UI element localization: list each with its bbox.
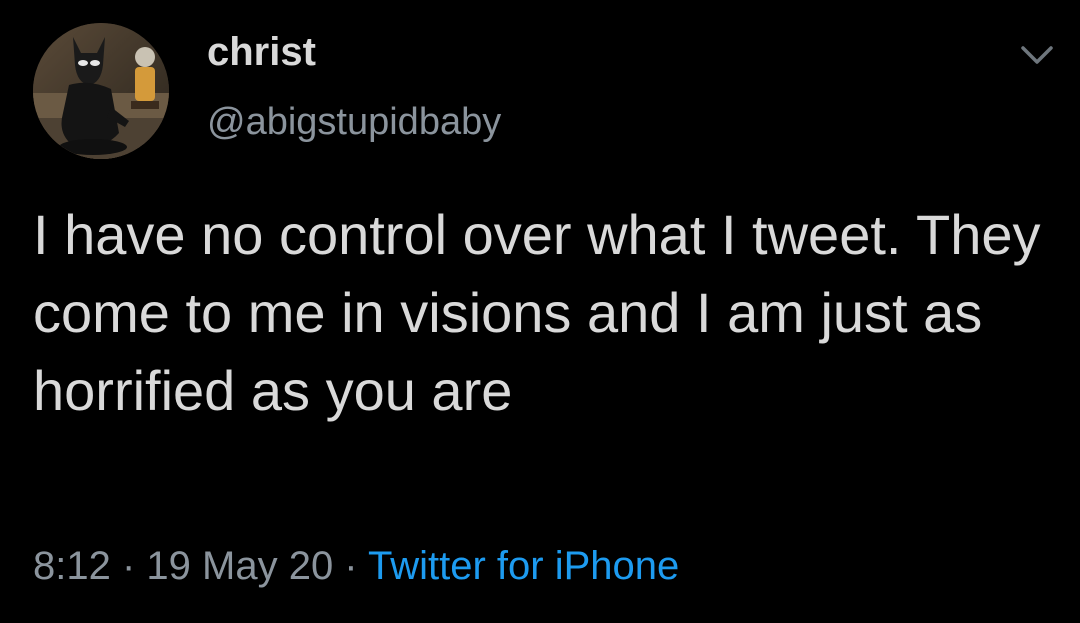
- meta-separator: ·: [333, 544, 369, 588]
- tweet-source-link[interactable]: Twitter for iPhone: [368, 544, 679, 588]
- profile-avatar[interactable]: [33, 23, 169, 159]
- tweet-meta: 8:12 · 19 May 20 · Twitter for iPhone: [33, 546, 679, 586]
- display-name[interactable]: christ: [207, 32, 316, 72]
- tweet-card: christ @abigstupidbaby I have no control…: [0, 0, 1080, 623]
- meta-separator: ·: [110, 544, 147, 588]
- tweet-time[interactable]: 8:12: [33, 544, 111, 588]
- tweet-text: I have no control over what I tweet. The…: [33, 203, 1041, 422]
- avatar-image: [33, 23, 169, 159]
- user-handle[interactable]: @abigstupidbaby: [207, 103, 501, 141]
- chevron-down-icon[interactable]: [1017, 42, 1057, 68]
- tweet-date[interactable]: 19 May 20: [146, 544, 333, 588]
